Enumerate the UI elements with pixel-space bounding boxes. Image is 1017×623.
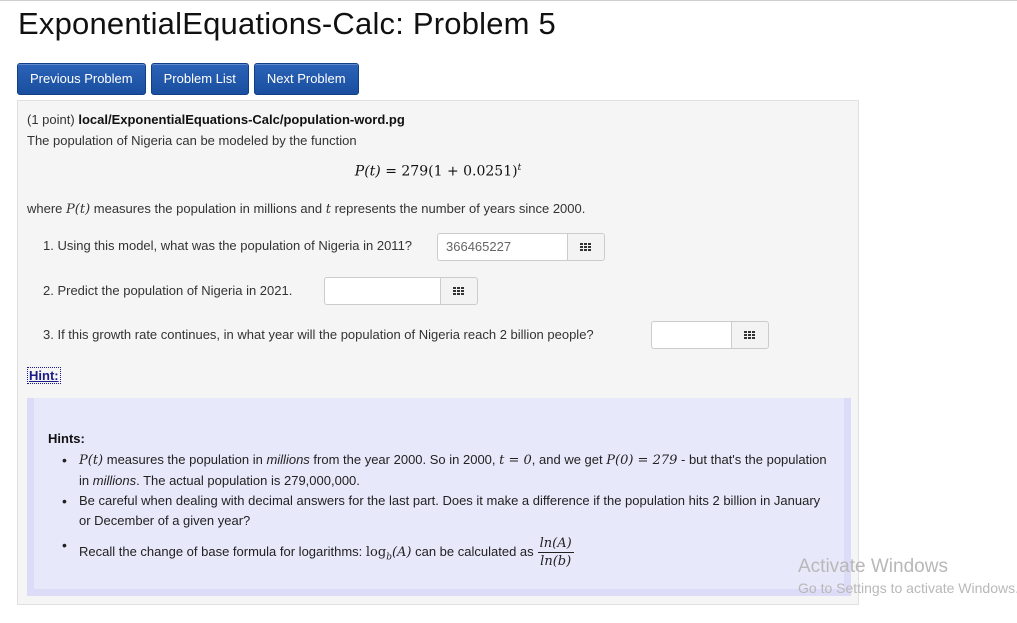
grid-icon (453, 286, 465, 296)
hints-title: Hints: (48, 431, 85, 446)
hints-list: P(t) measures the population in millions… (48, 450, 828, 570)
problem-intro: The population of Nigeria can be modeled… (27, 133, 357, 148)
hint1-millions: millions (266, 452, 310, 467)
question-1-label: 1. Using this model, what was the popula… (43, 238, 413, 253)
hint-link[interactable]: Hint: (27, 367, 61, 384)
question-3-input[interactable] (651, 321, 731, 349)
hint1-text-e: . The actual population is 279,000,000. (136, 473, 360, 488)
problem-panel: (1 point) local/ExponentialEquations-Cal… (17, 100, 859, 605)
hint1-text-b: from the year 2000. So in 2000, (309, 452, 500, 467)
question-3-answer (651, 321, 769, 349)
problem-where-text: where P(t) measures the population in mi… (27, 201, 585, 217)
model-formula: P(t) = 279(1 + 0.0251)t (18, 163, 858, 180)
problem-points: (1 point) (27, 112, 75, 127)
problem-list-button[interactable]: Problem List (150, 63, 249, 95)
where-pt: P(t) (66, 202, 91, 217)
question-2-label: 2. Predict the population of Nigeria in … (43, 283, 293, 298)
hint3-log-arg: (A) (391, 544, 412, 560)
where-text-1: where (27, 201, 67, 216)
where-text-3: represents the number of years since 200… (330, 201, 586, 216)
hint3-log: logb(A) (365, 544, 412, 563)
formula-exponent: t (517, 163, 522, 173)
previous-problem-button[interactable]: Previous Problem (17, 63, 146, 95)
page-title: ExponentialEquations-Calc: Problem 5 (18, 6, 556, 41)
hint3-text-a: Recall the change of base formula for lo… (79, 543, 366, 559)
where-text-2: measures the population in millions and (90, 201, 326, 216)
problem-path: local/ExponentialEquations-Calc/populati… (78, 112, 405, 127)
activate-windows-subtitle: Go to Settings to activate Windows. (798, 580, 1017, 596)
hint-item-1: P(t) measures the population in millions… (48, 450, 828, 491)
question-2-helper-button[interactable] (440, 277, 478, 305)
change-of-base-fraction: ln(A) ln(b) (537, 535, 574, 570)
next-problem-button[interactable]: Next Problem (253, 63, 359, 95)
grid-icon (744, 330, 756, 340)
question-3-helper-button[interactable] (731, 321, 769, 349)
question-1-input[interactable]: 366465227 (437, 233, 567, 261)
hint3-log-text: log (365, 544, 387, 560)
question-3-label: 3. If this growth rate continues, in wha… (43, 327, 594, 342)
formula-rhs: = 279(1 + 0.0251) (380, 163, 518, 180)
question-1-answer: 366465227 (437, 233, 605, 261)
problem-header: (1 point) local/ExponentialEquations-Cal… (27, 112, 405, 127)
problem-nav: Previous Problem Problem List Next Probl… (17, 63, 359, 95)
activate-windows-title: Activate Windows (798, 556, 948, 577)
top-divider (0, 0, 1017, 1)
question-2-answer (324, 277, 478, 305)
hint3-text-b: can be calculated as (411, 543, 534, 559)
fraction-denominator: ln(b) (540, 554, 572, 569)
hint-item-2: Be careful when dealing with decimal ans… (48, 491, 828, 531)
grid-icon (580, 242, 592, 252)
hint-item-3: Recall the change of base formula for lo… (48, 535, 828, 570)
hint1-p0: P(0) = 279 (606, 453, 678, 468)
hint1-millions2: millions (92, 473, 137, 488)
hint1-t0: t = 0 (499, 453, 532, 468)
hint1-text-a: measures the population in (103, 452, 267, 467)
question-2-input[interactable] (324, 277, 440, 305)
hints-panel: Hints: P(t) measures the population in m… (27, 398, 851, 596)
formula-lhs: P(t) (354, 163, 381, 180)
fraction-numerator: ln(A) (537, 536, 574, 553)
hint1-pt: P(t) (79, 453, 104, 468)
hint1-text-c: , and we get (531, 452, 607, 467)
question-1-helper-button[interactable] (567, 233, 605, 261)
